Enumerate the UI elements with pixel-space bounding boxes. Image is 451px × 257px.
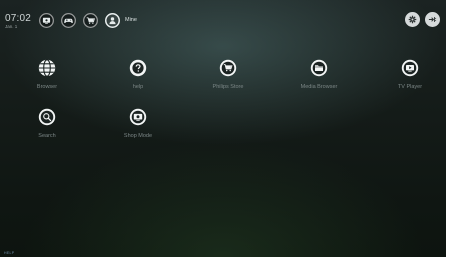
category-bar: Mine — [39, 12, 137, 28]
search-icon — [38, 108, 56, 126]
category-games-button[interactable] — [61, 12, 76, 28]
app-label: Shop Mode — [123, 133, 153, 139]
app-label: Search — [38, 133, 56, 139]
clock-time: 07:02 — [5, 13, 32, 24]
home-screen: 07:02 Jan. 1 Mine Browser help Philips S… — [0, 0, 446, 257]
app-label: help — [132, 84, 144, 90]
clock: 07:02 Jan. 1 — [5, 14, 31, 30]
app-help[interactable]: help — [108, 58, 168, 90]
clock-date: Jan. 1 — [5, 24, 18, 29]
settings-button[interactable] — [405, 12, 420, 27]
cart-icon — [86, 16, 95, 24]
shop-tv-icon — [129, 108, 147, 126]
app-philips-store[interactable]: Philips Store — [198, 58, 258, 90]
app-search[interactable]: Search — [17, 107, 77, 139]
input-source-button[interactable] — [425, 12, 440, 27]
gamepad-icon — [64, 18, 73, 23]
app-label: Media Browser — [300, 84, 338, 90]
app-label: Philips Store — [212, 84, 244, 90]
help-hint-label: HELP — [4, 251, 15, 255]
user-icon — [109, 16, 116, 24]
app-media-browser[interactable]: Media Browser — [289, 58, 349, 90]
app-label: TV Player — [397, 84, 423, 90]
category-mine-button[interactable] — [105, 12, 120, 28]
help-hint: HELP — [4, 251, 14, 255]
help-icon — [129, 59, 147, 77]
input-source-icon — [428, 17, 437, 22]
app-shop-mode[interactable]: Shop Mode — [108, 107, 168, 139]
cart-icon — [219, 59, 237, 77]
top-right-controls — [405, 12, 440, 27]
app-label: Browser — [36, 84, 58, 90]
category-store-button[interactable] — [83, 12, 98, 28]
gear-icon — [408, 15, 417, 24]
app-tv-player[interactable]: TV Player — [380, 58, 440, 90]
tv-icon — [42, 17, 51, 24]
folder-icon — [310, 59, 328, 77]
category-mine-label: Mine — [125, 17, 137, 23]
category-tv-button[interactable] — [39, 12, 54, 28]
globe-icon — [38, 59, 56, 77]
tv-icon — [401, 59, 419, 77]
app-browser[interactable]: Browser — [17, 58, 77, 90]
